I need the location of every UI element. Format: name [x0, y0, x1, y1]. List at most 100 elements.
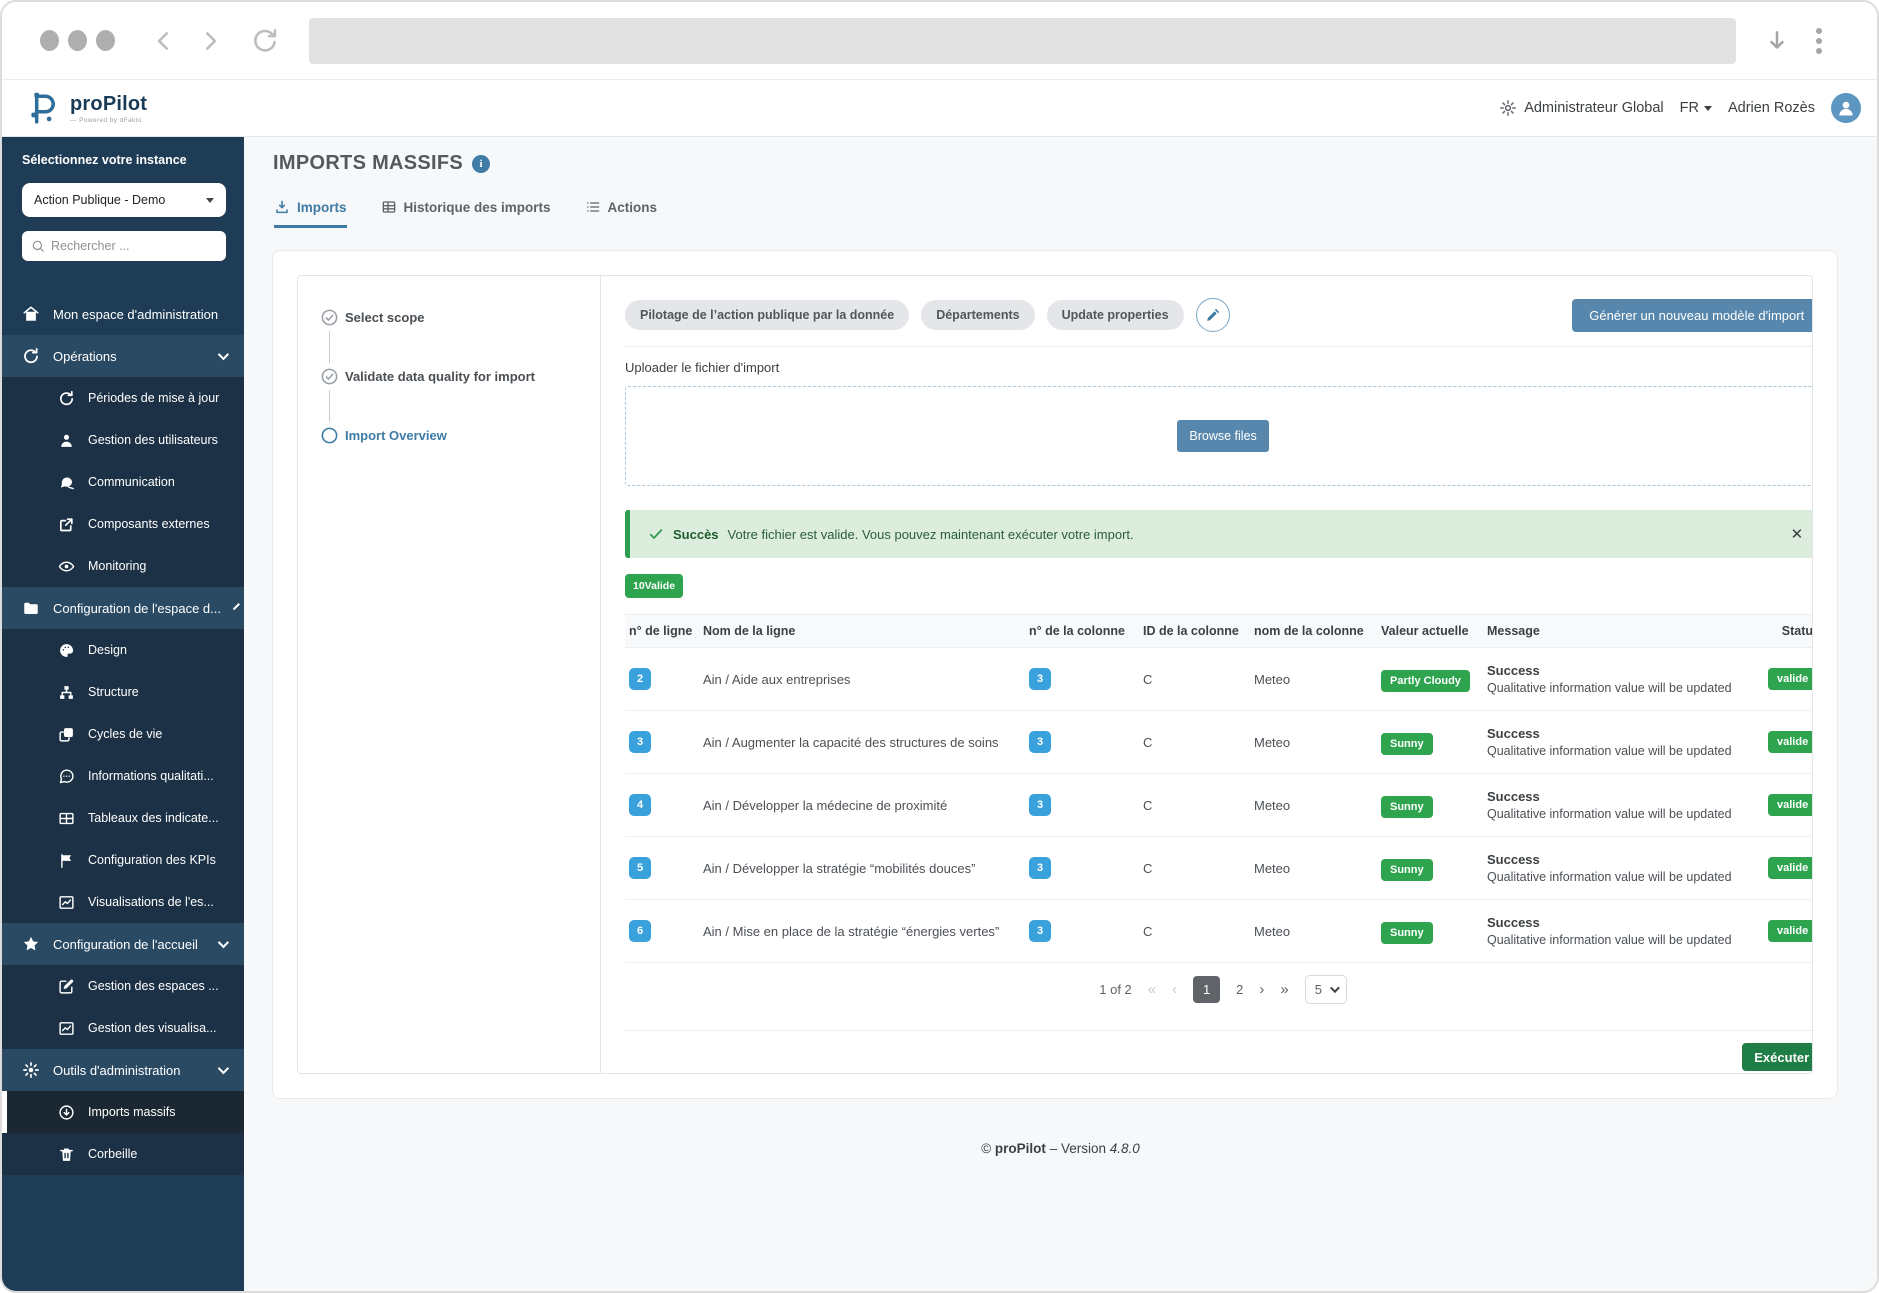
sidebar-search — [22, 231, 226, 261]
step-validate-quality[interactable]: Validate data quality for import — [320, 367, 600, 386]
gear-icon[interactable] — [1499, 99, 1517, 117]
sidebar-item-kpis[interactable]: Configuration des KPIs — [2, 839, 244, 881]
file-dropzone[interactable]: Browse files — [625, 386, 1812, 486]
prev-page-button[interactable]: ‹ — [1172, 981, 1177, 998]
page-size-select[interactable]: 5 — [1304, 975, 1347, 1004]
url-bar[interactable] — [309, 17, 1736, 64]
sidebar-item-periodes[interactable]: Périodes de mise à jour — [2, 377, 244, 419]
footer-version-label: – Version — [1049, 1141, 1106, 1156]
tab-imports[interactable]: Imports — [274, 199, 347, 228]
info-icon[interactable]: i — [472, 154, 491, 173]
value-badge: Partly Cloudy — [1381, 669, 1470, 692]
browse-files-button[interactable]: Browse files — [1177, 420, 1269, 452]
tab-historique[interactable]: Historique des imports — [381, 199, 551, 228]
window-close-button[interactable] — [40, 30, 59, 51]
execute-button[interactable]: Exécuter — [1742, 1043, 1812, 1071]
gear-icon — [22, 1061, 40, 1079]
user-name[interactable]: Adrien Rozès — [1728, 100, 1815, 116]
line-name: Ain / Développer la stratégie “mobilités… — [703, 860, 976, 876]
column-header: n° de la colonne — [1029, 624, 1125, 638]
sidebar-item-gestion-visualisations[interactable]: Gestion des visualisa... — [2, 1007, 244, 1049]
reload-icon[interactable] — [251, 27, 279, 55]
edit-icon — [58, 978, 75, 995]
kebab-menu-icon[interactable] — [1816, 27, 1822, 54]
brand-tagline: — Powered by dFakto — [70, 116, 142, 124]
column-number-badge: 3 — [1029, 920, 1051, 942]
sidebar-item-monitoring[interactable]: Monitoring — [2, 545, 244, 587]
sidebar-item-structure[interactable]: Structure — [2, 671, 244, 713]
search-input[interactable] — [51, 239, 217, 253]
sidebar-item-design[interactable]: Design — [2, 629, 244, 671]
tab-label: Historique des imports — [403, 199, 551, 215]
sidebar-item-label: Structure — [88, 685, 139, 699]
sidebar-item-label: Outils d'administration — [53, 1062, 181, 1078]
instance-select[interactable]: Action Publique - Demo — [22, 183, 226, 217]
sidebar-item-cycles[interactable]: Cycles de vie — [2, 713, 244, 755]
language-selector[interactable]: FR — [1680, 100, 1712, 116]
tab-label: Actions — [607, 199, 658, 215]
list-icon — [585, 199, 601, 215]
back-icon[interactable] — [151, 28, 177, 54]
chevron-down-icon — [1703, 105, 1712, 111]
sidebar-item-gestion-espaces[interactable]: Gestion des espaces ... — [2, 965, 244, 1007]
column-header: Message — [1487, 624, 1540, 638]
sidebar-item-corbeille[interactable]: Corbeille — [2, 1133, 244, 1175]
eye-icon — [58, 558, 75, 575]
sidebar-section-outils-admin[interactable]: Outils d'administration — [2, 1049, 244, 1091]
scope-chip-departements: Départements — [921, 300, 1035, 330]
edit-scope-button[interactable] — [1195, 298, 1230, 332]
table-row: 2 Ain / Aide aux entreprises 3 C Meteo P… — [625, 648, 1812, 711]
step-select-scope[interactable]: Select scope — [320, 308, 600, 327]
line-number-badge: 2 — [629, 668, 651, 690]
page-2-button[interactable]: 2 — [1236, 982, 1243, 997]
line-number-badge: 4 — [629, 794, 651, 816]
page-1-button[interactable]: 1 — [1193, 976, 1221, 1003]
window-maximize-button[interactable] — [96, 30, 115, 51]
sidebar-item-tableaux[interactable]: Tableaux des indicate... — [2, 797, 244, 839]
sidebar-item-label: Communication — [88, 475, 175, 489]
brand-name: proPilot — [70, 92, 148, 115]
value-badge: Sunny — [1381, 732, 1433, 755]
sidebar-item-label: Configuration des KPIs — [88, 853, 216, 867]
flag-icon — [58, 852, 75, 869]
instance-select-value: Action Publique - Demo — [34, 193, 166, 207]
home-icon — [22, 305, 40, 323]
sidebar-item-composants[interactable]: Composants externes — [2, 503, 244, 545]
first-page-button[interactable]: « — [1148, 981, 1156, 998]
step-import-overview[interactable]: Import Overview — [320, 426, 600, 445]
sidebar-item-mon-espace[interactable]: Mon espace d'administration — [2, 293, 244, 335]
sidebar-item-visualisations[interactable]: Visualisations de l'es... — [2, 881, 244, 923]
status-badge: valide — [1768, 731, 1812, 753]
sidebar-item-imports-massifs[interactable]: Imports massifs — [2, 1091, 244, 1133]
download-icon[interactable] — [1764, 28, 1790, 54]
sidebar-section-operations[interactable]: Opérations — [2, 335, 244, 377]
sidebar-item-infos-qualitatives[interactable]: Informations qualitati... — [2, 755, 244, 797]
table-icon — [58, 810, 75, 827]
sidebar-item-label: Composants externes — [88, 517, 210, 531]
last-page-button[interactable]: » — [1280, 981, 1288, 998]
sidebar-section-config-espace[interactable]: Configuration de l'espace d... — [2, 587, 244, 629]
valid-count-badge[interactable]: 10Valide — [625, 574, 684, 598]
close-icon[interactable]: ✕ — [1791, 525, 1804, 543]
table-row: 5 Ain / Développer la stratégie “mobilit… — [625, 837, 1812, 900]
pencil-icon — [1205, 308, 1220, 323]
sidebar-item-utilisateurs[interactable]: Gestion des utilisateurs — [2, 419, 244, 461]
browser-window: proPilot — Powered by dFakto Administrat… — [0, 0, 1879, 1293]
sidebar-section-config-accueil[interactable]: Configuration de l'accueil — [2, 923, 244, 965]
avatar[interactable] — [1831, 93, 1861, 123]
tab-actions[interactable]: Actions — [585, 199, 658, 228]
forward-icon[interactable] — [197, 28, 223, 54]
message-title: Success — [1487, 915, 1540, 930]
next-page-button[interactable]: › — [1259, 981, 1264, 998]
sidebar-item-communication[interactable]: Communication — [2, 461, 244, 503]
download-circle-icon — [58, 1104, 75, 1121]
status-badge: valide — [1768, 668, 1812, 690]
chevron-down-icon — [1329, 983, 1340, 994]
stepper: Select scope Validate data quality for i… — [298, 276, 601, 1073]
hierarchy-icon — [58, 684, 75, 701]
step-label: Select scope — [345, 310, 425, 325]
message-detail: Qualitative information value will be up… — [1487, 870, 1732, 884]
window-minimize-button[interactable] — [68, 30, 87, 51]
generate-template-button[interactable]: Générer un nouveau modèle d'import — [1572, 298, 1812, 332]
app-header: proPilot — Powered by dFakto Administrat… — [2, 80, 1877, 137]
